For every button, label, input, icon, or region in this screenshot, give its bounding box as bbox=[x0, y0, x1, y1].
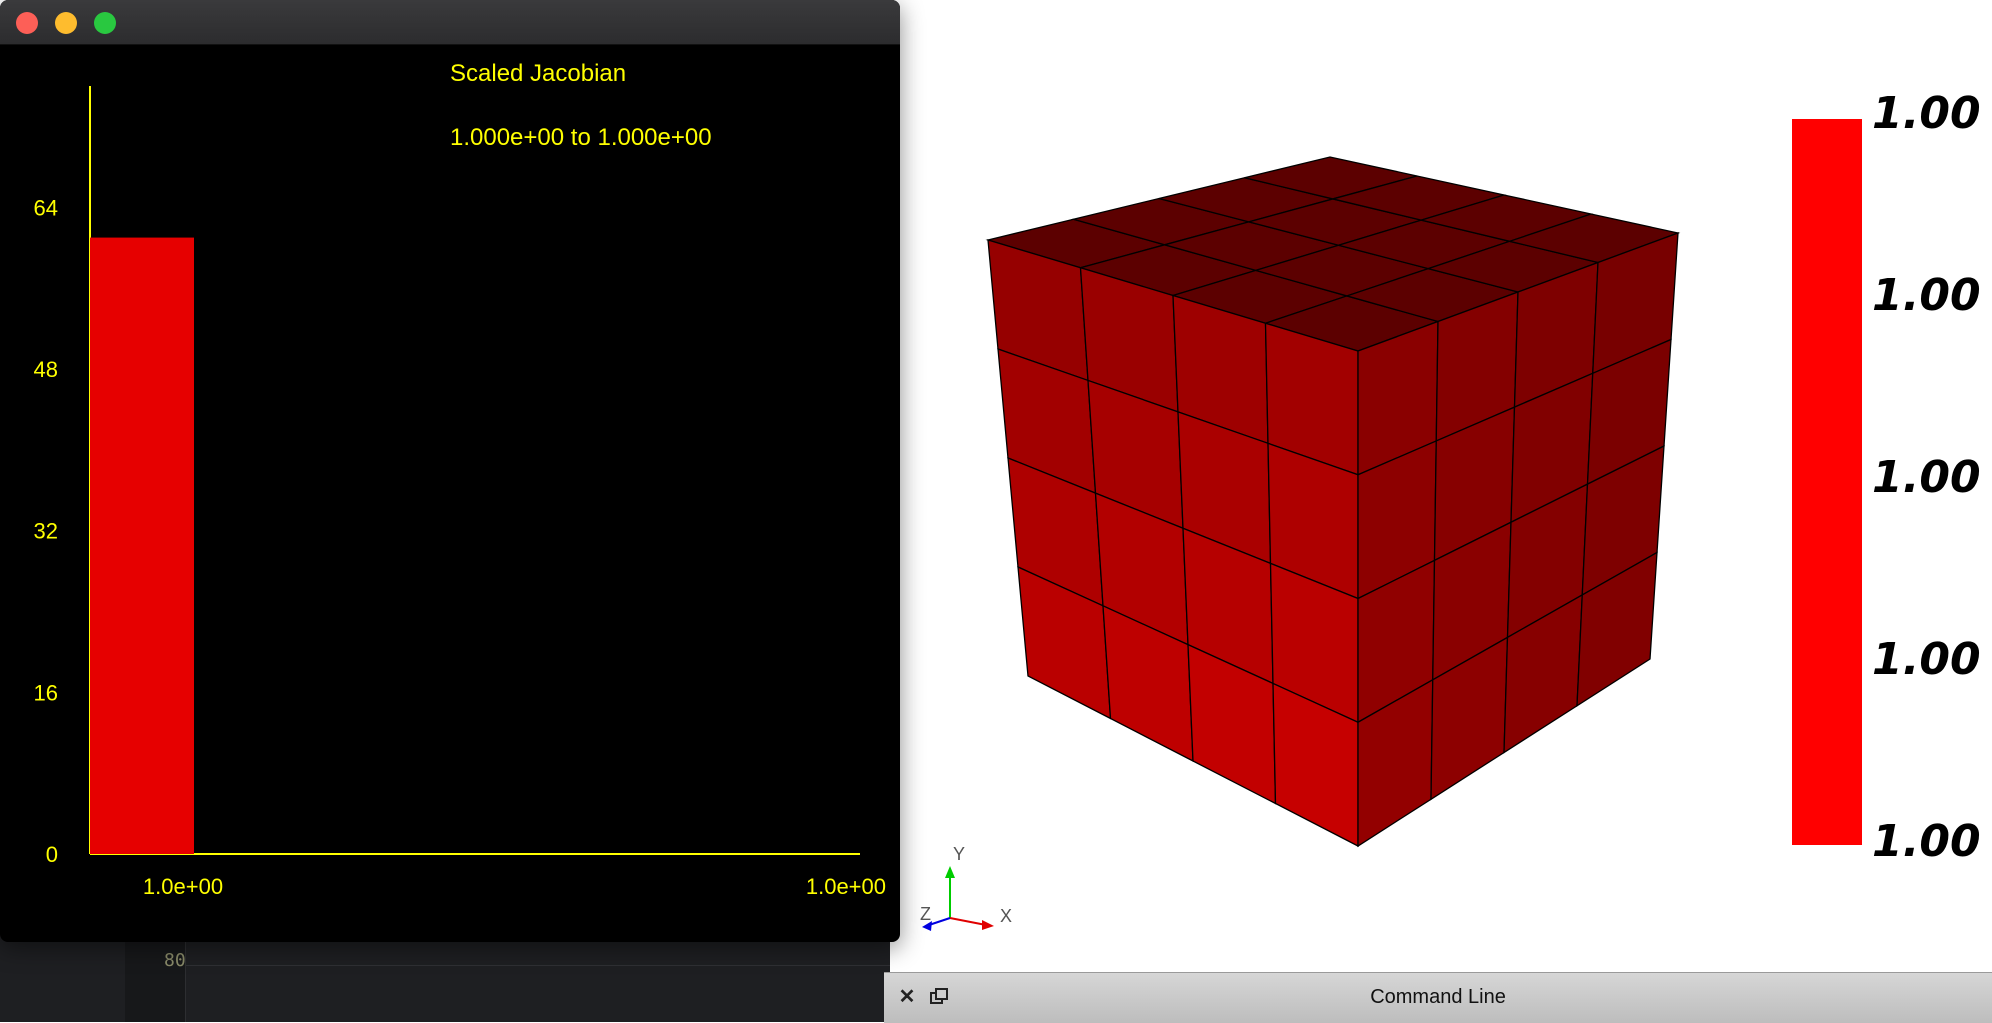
y-tick-label: 0 bbox=[46, 842, 58, 867]
y-tick-label: 48 bbox=[34, 357, 58, 382]
axis-x-label: X bbox=[1000, 906, 1012, 926]
command-line-bar[interactable]: Command Line ✕ bbox=[884, 972, 1992, 1023]
x-tick-label: 1.0e+00 bbox=[806, 874, 886, 899]
legend-label-3: 1.00 bbox=[1872, 452, 1981, 503]
x-tick-label: 1.0e+00 bbox=[143, 874, 223, 899]
color-legend-bar bbox=[1792, 119, 1862, 845]
chart-subtitle: 1.000e+00 to 1.000e+00 bbox=[450, 124, 712, 151]
close-icon[interactable]: ✕ bbox=[896, 986, 918, 1008]
histogram-plot: Scaled Jacobian 1.000e+00 to 1.000e+00 0… bbox=[34, 60, 886, 899]
graphics-viewport[interactable]: 1.00 1.00 1.00 1.00 1.00 Y X Z bbox=[900, 0, 1992, 972]
y-tick-label: 32 bbox=[34, 519, 58, 544]
legend-label-2: 1.00 bbox=[1872, 270, 1981, 321]
histogram-bar bbox=[90, 237, 194, 854]
legend-label-5: 1.00 bbox=[1872, 816, 1981, 867]
axis-triad: Y X Z bbox=[920, 844, 1012, 931]
background-editor: 80 bbox=[0, 930, 890, 1022]
legend-label-4: 1.00 bbox=[1872, 634, 1981, 685]
float-window-icon[interactable] bbox=[928, 986, 950, 1008]
chart-title: Scaled Jacobian bbox=[450, 60, 626, 87]
editor-gutter bbox=[125, 930, 186, 1022]
editor-line bbox=[186, 965, 890, 966]
command-line-title: Command Line bbox=[1370, 986, 1506, 1008]
legend-label-1: 1.00 bbox=[1872, 88, 1981, 139]
histogram-window[interactable]: Scaled Jacobian 1.000e+00 to 1.000e+00 0… bbox=[0, 0, 900, 942]
line-number: 80 bbox=[164, 950, 186, 971]
y-tick-label: 64 bbox=[34, 195, 58, 220]
y-tick-label: 16 bbox=[34, 680, 58, 705]
axis-y-label: Y bbox=[953, 844, 965, 864]
axis-z-label: Z bbox=[920, 904, 931, 924]
